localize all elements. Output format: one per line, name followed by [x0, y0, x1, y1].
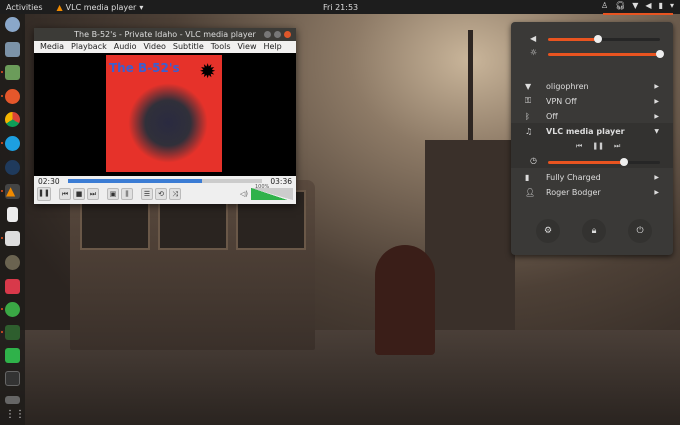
screenshot-icon[interactable] — [5, 42, 20, 57]
steam-icon[interactable] — [5, 160, 20, 175]
controls: ❚❚ ⏮ ■ ⏭ ▣ ⫼ ☰ ⟲ ⤨ ◁) 100% — [34, 184, 296, 202]
close-button[interactable] — [284, 31, 291, 38]
pause-button[interactable]: ❚❚ — [37, 187, 51, 201]
chevron-down-icon[interactable]: ▾ — [670, 1, 674, 10]
document-icon[interactable] — [7, 207, 18, 222]
previous-button[interactable]: ⏮ — [59, 188, 71, 200]
accessibility-icon[interactable]: ♙ — [601, 1, 608, 10]
bluetooth-icon: ᛒ — [525, 111, 530, 121]
equalizer-button[interactable]: ⫼ — [121, 188, 133, 200]
previous-button[interactable]: ⏮ — [576, 142, 582, 151]
media-position-slider[interactable] — [548, 158, 660, 166]
nvidia-icon[interactable] — [5, 325, 20, 340]
toolbox-icon[interactable] — [5, 396, 20, 404]
battery-item[interactable]: ▮ Fully Charged ▶ — [511, 170, 673, 184]
wifi-item[interactable]: ▼ oligophren ▶ — [511, 79, 673, 93]
volume-slider[interactable] — [548, 35, 660, 43]
top-bar: Activities ▲ VLC media player ▾ Fri 21:53 … — [0, 0, 680, 15]
menu-bar: Media Playback Audio Video Subtitle Tool… — [34, 41, 296, 53]
menu-view[interactable]: View — [238, 41, 257, 53]
volume-icon: ◀ — [530, 34, 537, 43]
chevron-right-icon: ▶ — [654, 82, 659, 90]
minimize-button[interactable] — [264, 31, 271, 38]
menu-subtitle[interactable]: Subtitle — [173, 41, 204, 53]
music-note-icon: ♫ — [525, 126, 533, 136]
chevron-down-icon: ▾ — [139, 2, 144, 12]
power-button[interactable]: ⏻ — [628, 219, 652, 243]
headphones-icon[interactable]: 🎧︎ — [615, 1, 625, 10]
firefox-icon[interactable] — [5, 89, 20, 104]
menu-help[interactable]: Help — [263, 41, 281, 53]
vlc-icon[interactable]: ▲ — [5, 184, 20, 199]
chevron-right-icon: ▶ — [654, 173, 659, 181]
pdf-editor-icon[interactable] — [5, 231, 20, 246]
menu-video[interactable]: Video — [143, 41, 165, 53]
total-time: 03:36 — [270, 176, 292, 186]
seek-bar[interactable] — [67, 179, 263, 183]
clock[interactable]: Fri 21:53 — [323, 3, 358, 12]
vpn-item[interactable]: ⚿ VPN Off ▶ — [511, 94, 673, 108]
starburst-icon: ✹ — [199, 59, 216, 83]
speaker-icon[interactable]: ◁) — [240, 190, 248, 198]
volume-icon[interactable]: ◀ — [645, 1, 651, 10]
menu-playback[interactable]: Playback — [71, 41, 107, 53]
menu-audio[interactable]: Audio — [114, 41, 137, 53]
settings-button[interactable]: ⚙ — [536, 219, 560, 243]
pause-button[interactable]: ❚❚ — [592, 142, 604, 151]
key-icon: ⚿ — [525, 96, 532, 105]
playlist-button[interactable]: ☰ — [141, 188, 153, 200]
media-player-item[interactable]: ♫ VLC media player ▼ — [511, 124, 673, 138]
system-tray[interactable]: ♙ 🎧︎ ▼ ◀ ▮ ▾ — [601, 1, 674, 10]
chrome-icon[interactable] — [5, 112, 20, 127]
video-area[interactable]: The B-52's ✹ — [34, 53, 296, 176]
user-icon: 👤︎ — [525, 187, 536, 197]
brightness-slider[interactable] — [548, 50, 664, 58]
clock-icon: ◷ — [530, 156, 537, 165]
next-button[interactable]: ⏭ — [614, 142, 620, 151]
chevron-down-icon: ▼ — [654, 127, 659, 135]
wifi-icon: ▼ — [525, 81, 532, 91]
show-applications-icon[interactable]: ⋮⋮ — [5, 407, 25, 422]
brightness-icon: ☼ — [530, 48, 538, 57]
terminal-icon[interactable] — [5, 371, 20, 386]
skype-icon[interactable] — [5, 136, 20, 151]
activities-button[interactable]: Activities — [6, 3, 43, 12]
app-menu[interactable]: ▲ VLC media player ▾ — [57, 3, 144, 12]
maximize-button[interactable] — [274, 31, 281, 38]
lock-button[interactable]: 🔒︎ — [582, 219, 606, 243]
battery-icon[interactable]: ▮ — [659, 1, 663, 10]
chevron-right-icon: ▶ — [654, 188, 659, 196]
fullscreen-button[interactable]: ▣ — [107, 188, 119, 200]
elapsed-time: 02:30 — [38, 176, 60, 186]
vlc-cone-icon: ▲ — [56, 2, 63, 12]
menu-tools[interactable]: Tools — [211, 41, 231, 53]
chevron-right-icon: ▶ — [654, 112, 659, 120]
gimp-icon[interactable] — [5, 255, 20, 270]
file-manager-icon[interactable] — [5, 348, 20, 363]
bluetooth-item[interactable]: ᛒ Off ▶ — [511, 109, 673, 123]
battery-icon: ▮ — [525, 172, 530, 182]
window-titlebar[interactable]: The B-52's - Private Idaho - VLC media p… — [34, 28, 296, 41]
dock: ▲ ⋮⋮ — [0, 14, 25, 425]
chevron-right-icon: ▶ — [654, 97, 659, 105]
album-cover: The B-52's ✹ — [106, 55, 222, 172]
menu-media[interactable]: Media — [40, 41, 64, 53]
settings-icon[interactable] — [5, 17, 20, 32]
android-studio-icon[interactable] — [5, 302, 20, 317]
system-menu: ◀ ☼ ▼ oligophren ▶ ⚿ VPN Off ▶ ᛒ Off ▶ ♫ VLC me… — [511, 22, 673, 255]
shuffle-button[interactable]: ⤨ — [169, 188, 181, 200]
vlc-window: The B-52's - Private Idaho - VLC media p… — [34, 28, 296, 204]
archive-icon[interactable] — [5, 65, 20, 80]
next-button[interactable]: ⏭ — [87, 188, 99, 200]
stop-button[interactable]: ■ — [73, 188, 85, 200]
wifi-icon[interactable]: ▼ — [632, 1, 638, 10]
menu-open-indicator — [603, 13, 673, 15]
user-item[interactable]: 👤︎ Roger Bodger ▶ — [511, 185, 673, 199]
loop-button[interactable]: ⟲ — [155, 188, 167, 200]
volume-slider[interactable]: 100% — [251, 184, 293, 200]
app-grid-red-icon[interactable] — [5, 279, 20, 294]
